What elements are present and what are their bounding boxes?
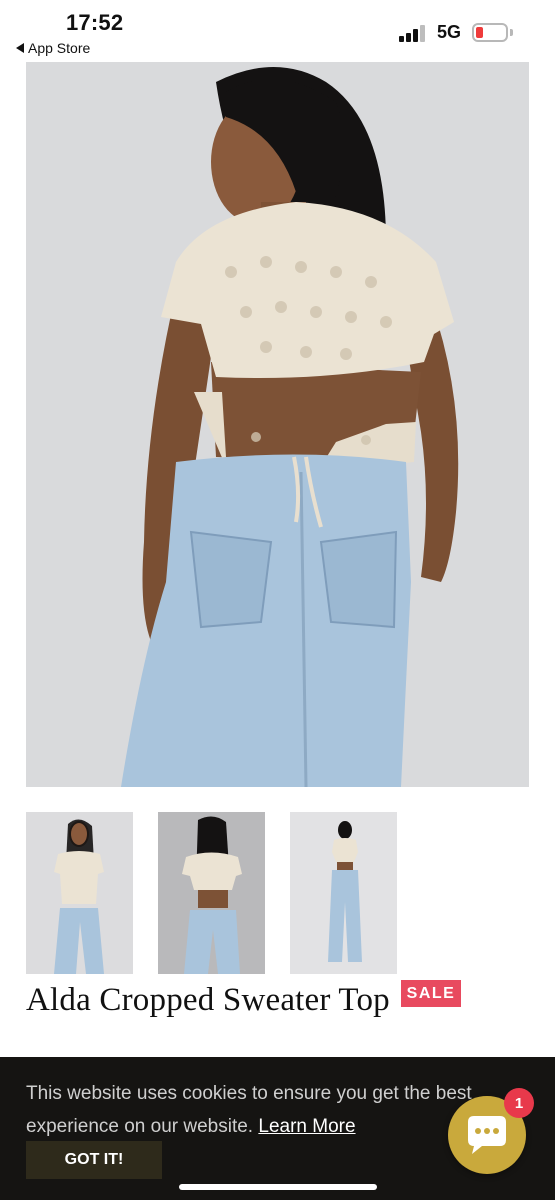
thumbnail-1[interactable] xyxy=(26,812,133,974)
learn-more-link[interactable]: Learn More xyxy=(258,1116,355,1137)
back-view-photo xyxy=(158,812,265,974)
status-time: 17:52 xyxy=(66,10,124,35)
battery-tip xyxy=(510,29,513,36)
thumbnail-3[interactable] xyxy=(290,812,397,974)
cookie-text: This website uses cookies to ensure you … xyxy=(26,1083,472,1137)
battery-icon xyxy=(472,23,508,42)
product-main-image[interactable] xyxy=(26,62,529,787)
back-arrow-icon xyxy=(16,43,24,53)
product-title: Alda Cropped Sweater Top xyxy=(26,982,390,1018)
home-indicator[interactable] xyxy=(179,1184,377,1190)
thumbnail-2[interactable] xyxy=(158,812,265,974)
full-back-view-photo xyxy=(290,812,397,974)
front-view-photo xyxy=(26,812,133,974)
chat-notification-badge: 1 xyxy=(504,1088,534,1118)
model-back-view-photo xyxy=(26,62,529,787)
status-bar: 17:52 App Store 5G xyxy=(0,0,555,60)
back-to-app-store[interactable]: App Store xyxy=(16,40,90,56)
sale-badge: SALE xyxy=(401,980,461,1007)
got-it-button[interactable]: GOT IT! xyxy=(26,1141,162,1179)
signal-strength-icon xyxy=(399,24,429,42)
network-type: 5G xyxy=(437,22,462,42)
cookie-message: This website uses cookies to ensure you … xyxy=(26,1077,496,1143)
back-app-label: App Store xyxy=(28,40,91,56)
